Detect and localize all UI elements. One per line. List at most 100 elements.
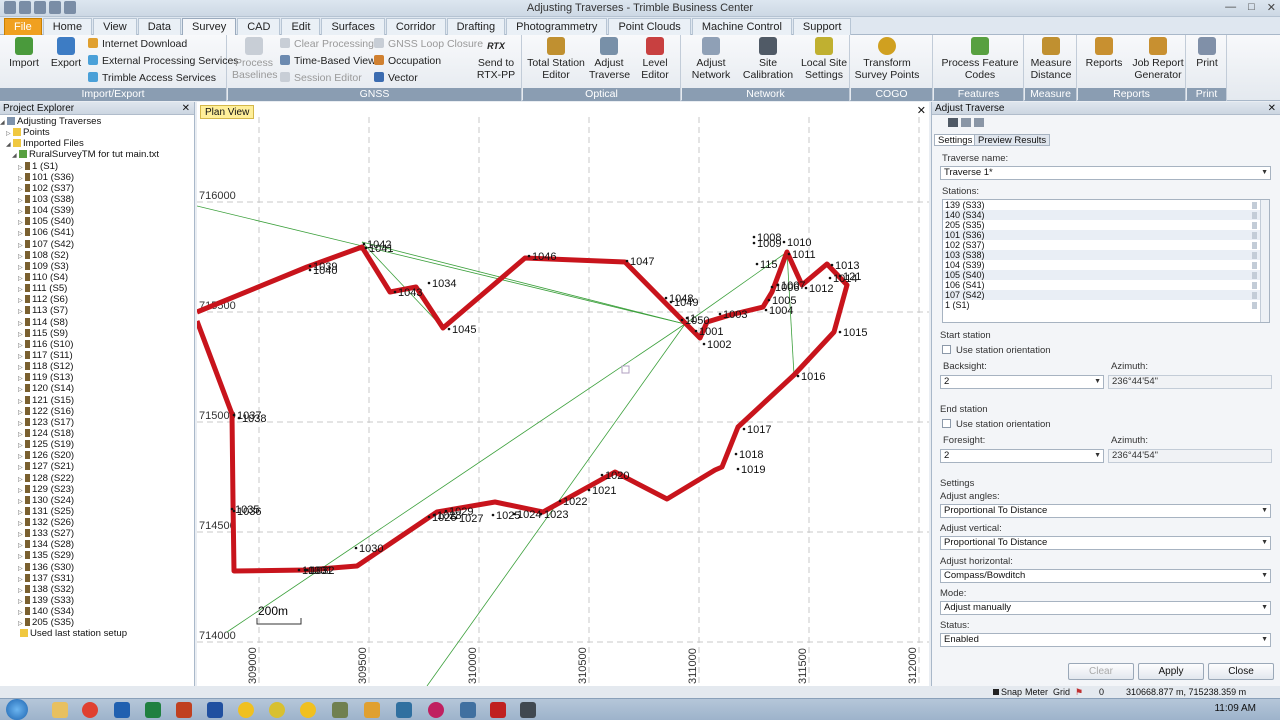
tree-station-item[interactable]: ▷ 115 (S9) [0,328,194,339]
mode-select[interactable]: Adjust manually ▼ [940,601,1271,615]
tree-root[interactable]: ◢ Adjusting Traverses [0,116,194,127]
station-row[interactable]: 140 (S34) [943,210,1269,220]
transform-survey-points-button[interactable]: Transform Survey Points [853,37,921,81]
import-button[interactable]: Import [6,37,42,69]
explorer-icon[interactable] [52,702,68,718]
tree-station-item[interactable]: ▷ 114 (S8) [0,317,194,328]
start-azimuth-field[interactable]: 236°44'54" [1108,375,1272,389]
tree-station-item[interactable]: ▷ 110 (S4) [0,272,194,283]
tree-station-item[interactable]: ▷ 136 (S30) [0,562,194,573]
export-button[interactable]: Export [48,37,84,69]
tab-settings[interactable]: Settings [934,134,977,146]
app-icon[interactable] [520,702,536,718]
tree-station-item[interactable]: ▷ 126 (S20) [0,450,194,461]
apply-button[interactable]: Apply [1138,663,1204,680]
adjust-horizontal-select[interactable]: Compass/Bowditch ▼ [940,569,1271,583]
tree-station-item[interactable]: ▷ 205 (S35) [0,617,194,628]
start-use-orientation[interactable]: Use station orientation [942,345,1051,356]
traverse-name-select[interactable]: Traverse 1* ▼ [940,166,1271,180]
session-editor-button[interactable]: Session Editor [280,71,362,85]
acrobat-icon[interactable] [490,702,506,718]
grid-toggle[interactable]: Grid [1053,686,1070,698]
snap-toggle[interactable]: Snap [1001,686,1022,698]
tree-station-item[interactable]: ▷ 128 (S22) [0,473,194,484]
tree-station-item[interactable]: ▷ 140 (S34) [0,606,194,617]
maximize-button[interactable]: □ [1248,1,1255,14]
tree-station-item[interactable]: ▷ 121 (S15) [0,395,194,406]
tree-station-item[interactable]: ▷ 119 (S13) [0,372,194,383]
tbc-icon[interactable] [269,702,285,718]
station-row[interactable]: 103 (S38) [943,250,1269,260]
adjust-network-button[interactable]: Adjust Network [686,37,736,81]
tree-station-item[interactable]: ▷ 127 (S21) [0,461,194,472]
station-row[interactable]: 106 (S41) [943,280,1269,290]
tree-station-item[interactable]: ▷ 125 (S19) [0,439,194,450]
adjust-vertical-select[interactable]: Proportional To Distance ▼ [940,536,1271,550]
tree-station-item[interactable]: ▷ 135 (S29) [0,550,194,561]
tab-file[interactable]: File [4,18,42,35]
tree-station-item[interactable]: ▷ 104 (S39) [0,205,194,216]
tree-station-item[interactable]: ▷ 111 (S5) [0,283,194,294]
station-row[interactable]: 1 (S1) [943,300,1269,310]
tree-station-item[interactable]: ▷ 139 (S33) [0,595,194,606]
tree-imported-files[interactable]: ◢ Imported Files [0,138,194,149]
tree-station-item[interactable]: ▷ 120 (S14) [0,383,194,394]
tree-station-item[interactable]: ▷ 112 (S6) [0,294,194,305]
tab-survey[interactable]: Survey [181,18,237,35]
foresight-select[interactable]: 2 ▼ [940,449,1104,463]
station-row[interactable]: 102 (S37) [943,240,1269,250]
tree-station-item[interactable]: ▷ 108 (S2) [0,250,194,261]
station-row[interactable]: 104 (S39) [943,260,1269,270]
tree-station-item[interactable]: ▷ 1 (S1) [0,161,194,172]
tree-station-item[interactable]: ▷ 123 (S17) [0,417,194,428]
stations-list[interactable]: 139 (S33) 140 (S34) 205 (S35) 101 (S36) 102 … [942,199,1270,323]
measure-distance-button[interactable]: Measure Distance [1027,37,1075,81]
station-row[interactable]: 107 (S42) [943,290,1269,300]
tree-station-item[interactable]: ▷ 107 (S42) [0,239,194,250]
tree-station-item[interactable]: ▷ 103 (S38) [0,194,194,205]
powerpoint-icon[interactable] [176,702,192,718]
start-button[interactable] [6,699,28,720]
end-azimuth-field[interactable]: 236°44'54" [1108,449,1272,463]
close-button[interactable]: Close [1208,663,1274,680]
toolbar-icon[interactable] [948,118,958,127]
stations-scrollbar[interactable] [1260,200,1269,322]
tree-file[interactable]: ◢ RuralSurveyTM for tut main.txt [0,149,194,160]
app-icon[interactable] [300,702,316,718]
tab-preview-results[interactable]: Preview Results [974,134,1051,146]
occupation-button[interactable]: Occupation [374,54,441,68]
plan-canvas[interactable]: 716000 715500 715000 714500 714000 30900… [197,102,929,686]
outlook-icon[interactable] [114,702,130,718]
status-select[interactable]: Enabled ▼ [940,633,1271,647]
backsight-select[interactable]: 2 ▼ [940,375,1104,389]
tab-photogrammetry[interactable]: Photogrammetry [506,18,608,35]
station-row[interactable]: 205 (S35) [943,220,1269,230]
word-icon[interactable] [207,702,223,718]
tree-station-item[interactable]: ▷ 138 (S32) [0,584,194,595]
tab-support[interactable]: Support [792,18,852,35]
gnss-loop-closure-button[interactable]: GNSS Loop Closure [374,37,483,51]
tree-station-item[interactable]: ▷ 124 (S18) [0,428,194,439]
tree-points[interactable]: ▷ Points [0,127,194,138]
tab-view[interactable]: View [93,18,137,35]
tree-station-item[interactable]: ▷ 131 (S25) [0,506,194,517]
job-report-generator-button[interactable]: Job Report Generator [1132,37,1184,81]
station-row[interactable]: 101 (S36) [943,230,1269,240]
tree-station-item[interactable]: ▷ 132 (S26) [0,517,194,528]
adjust-angles-select[interactable]: Proportional To Distance ▼ [940,504,1271,518]
reports-button[interactable]: Reports [1084,37,1124,69]
close-icon[interactable]: ✕ [1268,102,1276,115]
tree-station-item[interactable]: ▷ 102 (S37) [0,183,194,194]
send-to-rtx-pp-button[interactable]: RTX Send to RTX-PP [474,37,518,81]
tab-cad[interactable]: CAD [237,18,281,35]
tree-station-item[interactable]: ▷ 106 (S41) [0,227,194,238]
tree-station-item[interactable]: ▷ 130 (S24) [0,495,194,506]
tree-station-item[interactable]: ▷ 129 (S23) [0,484,194,495]
app-icon[interactable] [238,702,254,718]
tree-station-item[interactable]: ▷ 101 (S36) [0,172,194,183]
external-processing-button[interactable]: External Processing Services [88,54,239,68]
plan-view[interactable]: Plan View ✕ 716000 715500 715000 714500 … [197,102,929,686]
app-icon[interactable] [332,702,348,718]
excel-icon[interactable] [145,702,161,718]
tree-station-item[interactable]: ▷ 117 (S11) [0,350,194,361]
